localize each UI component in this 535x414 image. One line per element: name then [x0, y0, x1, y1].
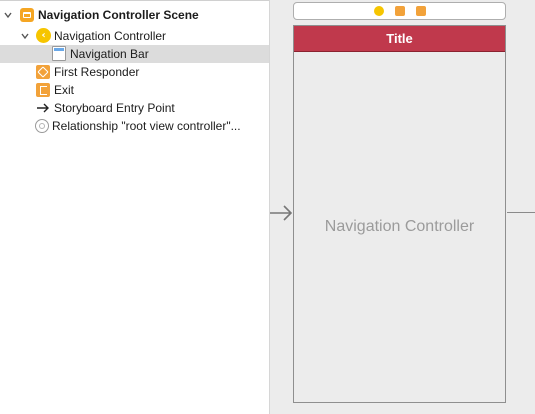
scene-dock[interactable]	[293, 2, 506, 20]
navigation-bar-icon	[52, 46, 66, 61]
navigation-controller-icon[interactable]	[374, 6, 384, 16]
outline-item-exit[interactable]: Exit	[0, 81, 269, 99]
scene-title: Navigation Controller Scene	[38, 8, 199, 22]
outline-item-label: Navigation Controller	[54, 29, 167, 43]
first-responder-icon[interactable]	[395, 6, 405, 16]
document-outline: Navigation Controller Scene ‹ Navigation…	[0, 0, 270, 414]
navigation-controller-icon: ‹	[36, 28, 51, 43]
entry-arrow-icon	[36, 101, 50, 115]
outline-item-navigation-controller[interactable]: ‹ Navigation Controller	[0, 27, 269, 45]
scene-icon	[20, 8, 34, 22]
relationship-icon	[35, 119, 49, 133]
chevron-down-icon[interactable]	[20, 31, 30, 41]
first-responder-icon	[36, 65, 50, 79]
exit-icon[interactable]	[416, 6, 426, 16]
relationship-segue-line[interactable]	[507, 212, 535, 213]
navigation-bar[interactable]: Title	[294, 26, 505, 52]
outline-item-label: Storyboard Entry Point	[54, 101, 175, 115]
storyboard-canvas[interactable]: Title Navigation Controller	[270, 0, 535, 414]
outline-item-storyboard-entry-point[interactable]: Storyboard Entry Point	[0, 99, 269, 117]
controller-placeholder-label: Navigation Controller	[324, 218, 475, 235]
chevron-down-icon[interactable]	[3, 10, 13, 20]
outline-item-relationship[interactable]: Relationship "root view controller"...	[0, 117, 269, 135]
outline-item-label: First Responder	[54, 65, 140, 79]
outline-item-navigation-bar[interactable]: Navigation Bar	[0, 45, 269, 63]
entry-point-arrow-icon[interactable]	[270, 203, 294, 223]
outline-item-label: Exit	[54, 83, 75, 97]
outline-item-label: Relationship "root view controller"...	[52, 119, 241, 133]
outline-item-label: Navigation Bar	[70, 47, 149, 61]
outline-scene-row[interactable]: Navigation Controller Scene	[0, 6, 269, 24]
outline-item-first-responder[interactable]: First Responder	[0, 63, 269, 81]
outline-divider	[0, 0, 269, 1]
exit-icon	[36, 83, 50, 97]
navbar-title: Title	[386, 31, 413, 46]
navigation-controller-view[interactable]: Title Navigation Controller	[293, 25, 506, 403]
